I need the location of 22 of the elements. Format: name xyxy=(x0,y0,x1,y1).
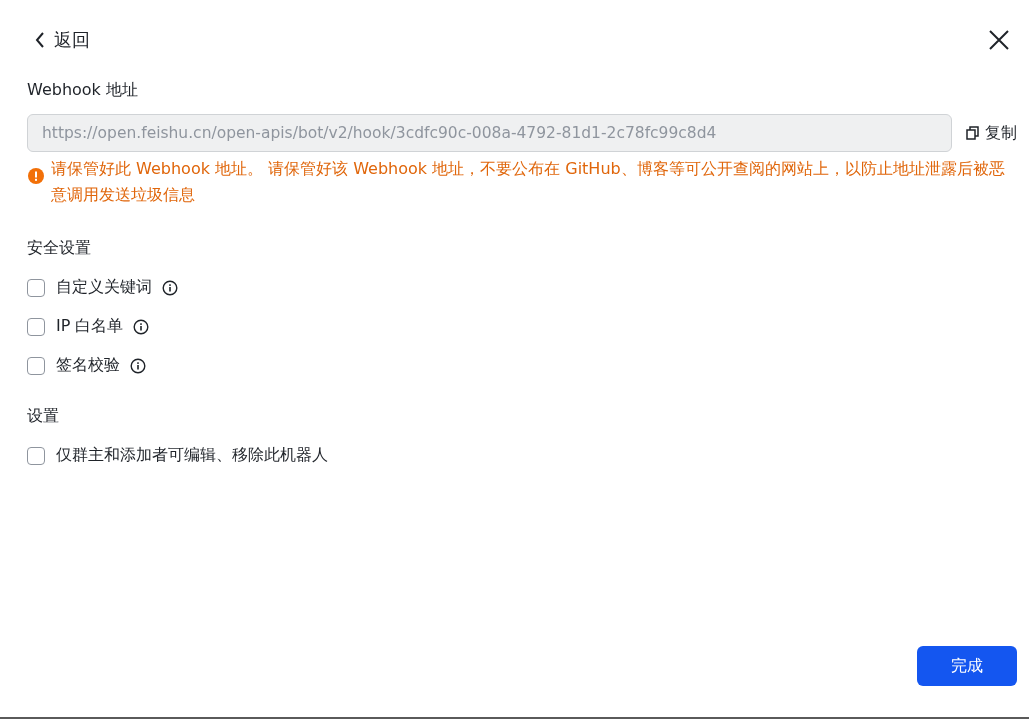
checkbox[interactable] xyxy=(27,278,45,297)
chevron-left-icon xyxy=(35,32,45,48)
field-label: Webhook 地址 xyxy=(27,80,139,101)
checkbox[interactable] xyxy=(27,356,45,375)
back-button[interactable]: 返回 xyxy=(27,28,90,52)
warning-text: 请保管好此 Webhook 地址。 请保管好该 Webhook 地址，不要公布在 GitHub、博客等可公开查阅的网站上，以防止地址泄露后被恶意调用发送垃圾信息 xyxy=(51,158,1006,206)
info-icon[interactable] xyxy=(133,318,150,335)
done-button[interactable]: 完成 xyxy=(917,646,1017,686)
warning-icon xyxy=(28,168,44,184)
info-icon[interactable] xyxy=(130,357,146,374)
info-icon[interactable] xyxy=(162,279,178,296)
checkbox-label: 签名校验 xyxy=(56,355,120,376)
checkbox-label: 仅群主和添加者可编辑、移除此机器人 xyxy=(56,445,328,466)
copy-icon xyxy=(966,126,979,140)
checkbox[interactable] xyxy=(27,317,45,336)
checkbox-label: 自定义关键词 xyxy=(56,277,152,298)
copy-button[interactable]: 复制 xyxy=(966,122,1017,144)
section-title: 设置 xyxy=(27,406,60,427)
close-icon[interactable] xyxy=(988,29,1010,51)
section-title: 安全设置 xyxy=(27,238,92,259)
checkbox[interactable] xyxy=(27,446,45,465)
checkbox-label: IP 白名单 xyxy=(56,316,124,337)
